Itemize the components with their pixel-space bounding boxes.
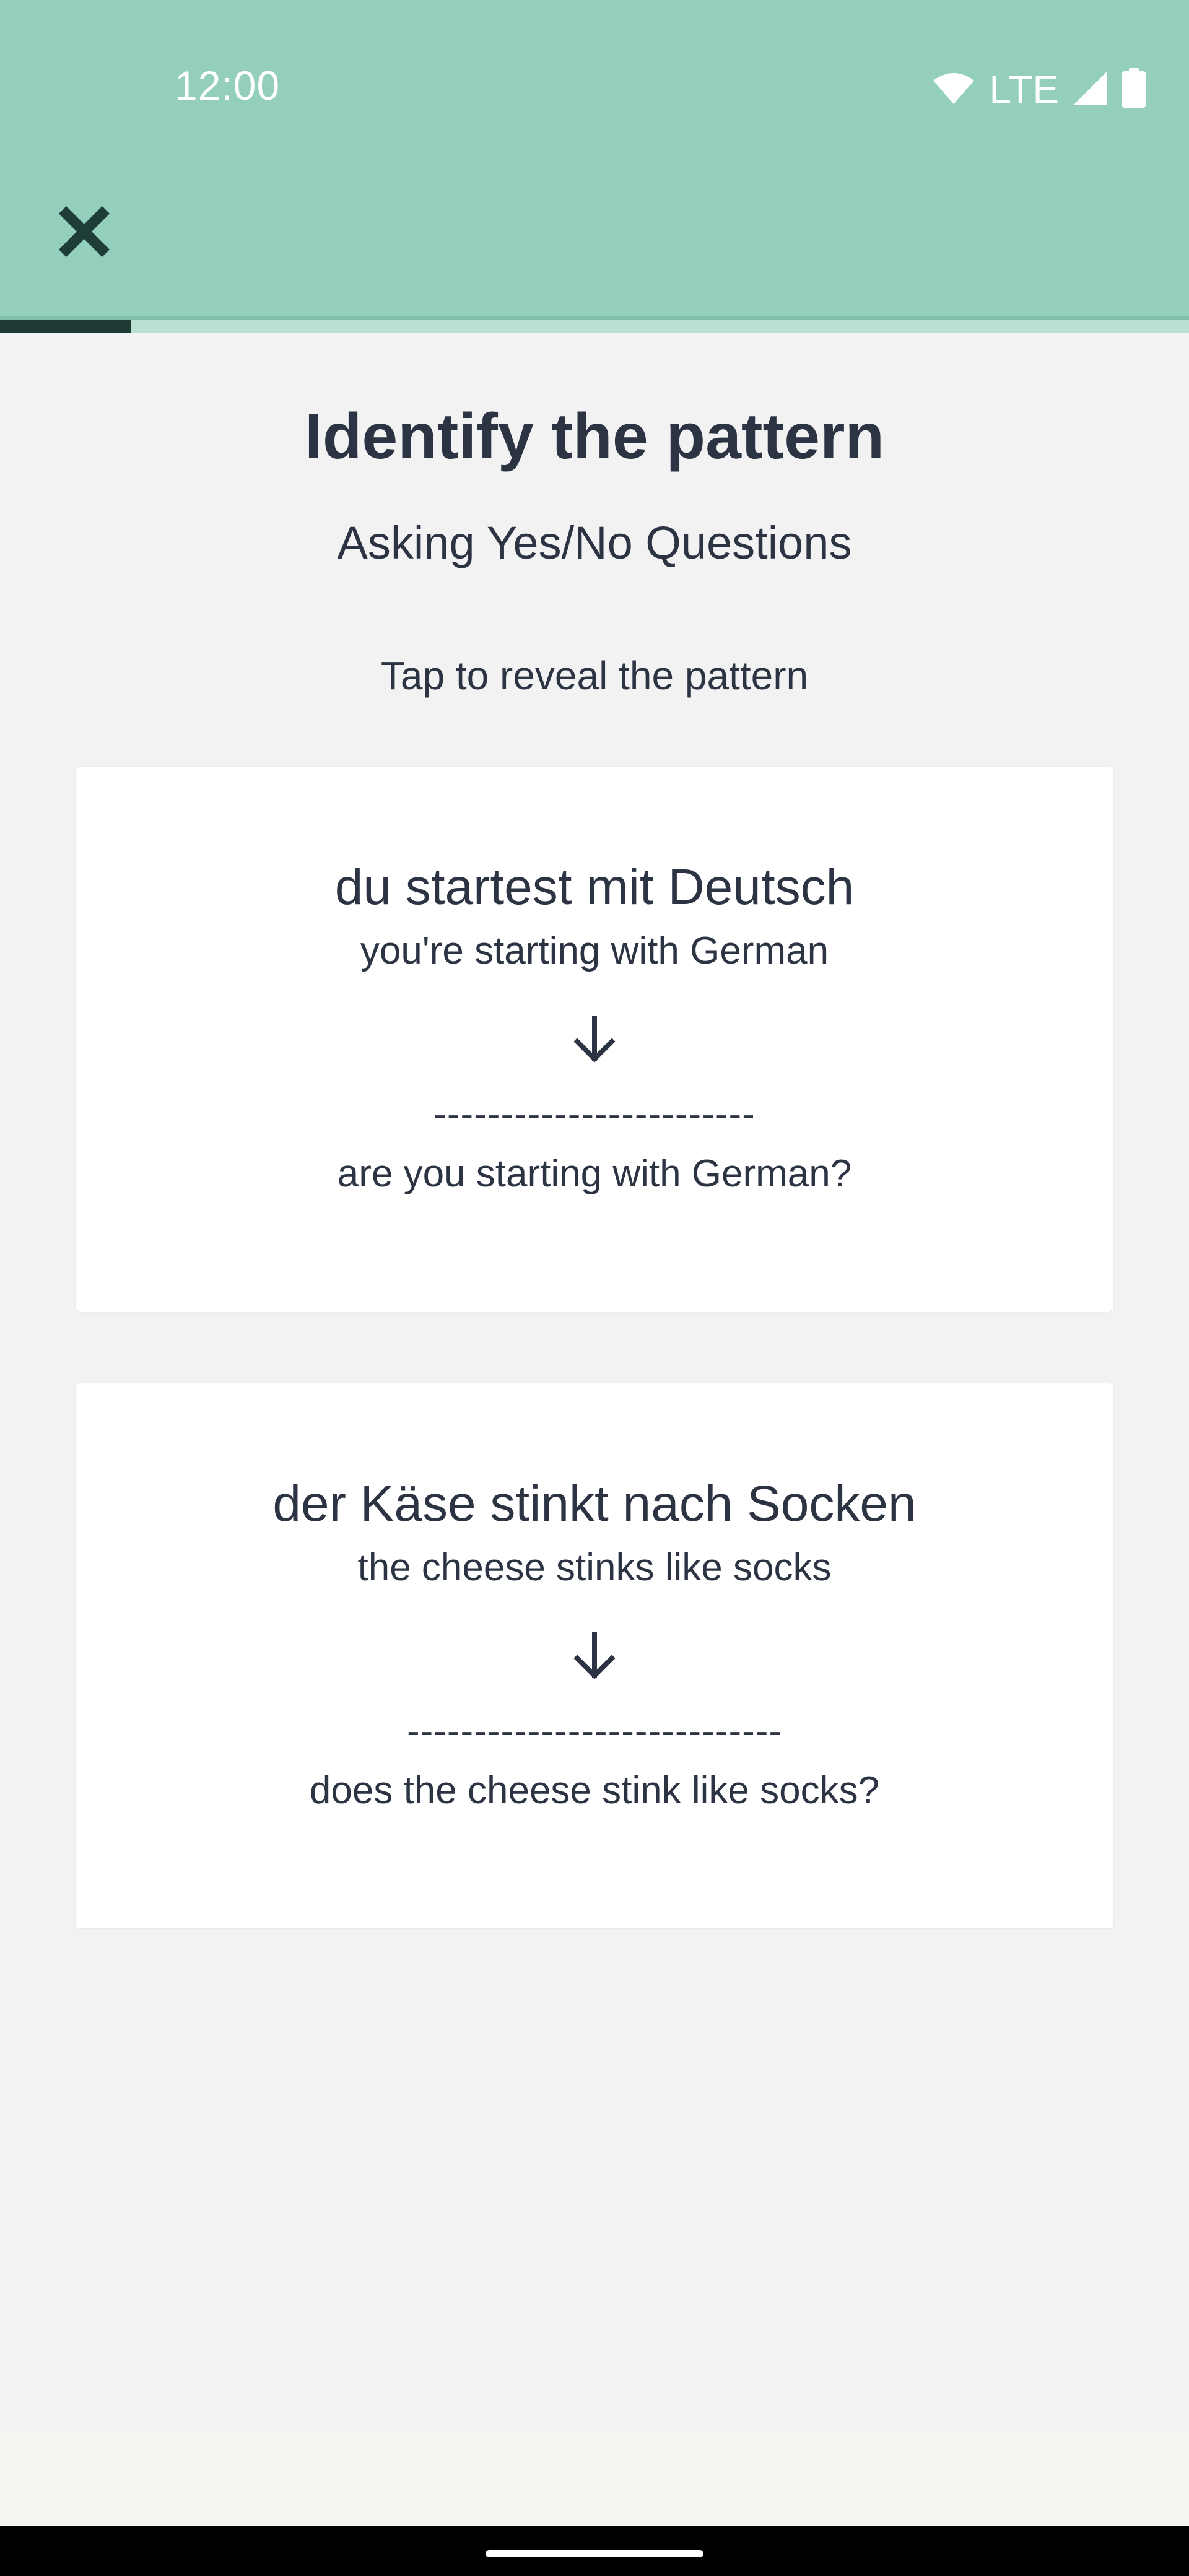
german-sentence: der Käse stinkt nach Socken bbox=[272, 1476, 917, 1532]
status-icons: LTE bbox=[932, 64, 1146, 114]
lesson-subtitle: Asking Yes/No Questions bbox=[337, 517, 852, 568]
german-sentence: du startest mit Deutsch bbox=[334, 859, 855, 915]
english-translation: you're starting with German bbox=[360, 929, 829, 972]
question-translation: does the cheese stink like socks? bbox=[309, 1769, 880, 1812]
home-gesture-handle[interactable] bbox=[486, 2550, 703, 2557]
network-type-label: LTE bbox=[989, 67, 1059, 111]
top-app-bar: 12:00 LTE bbox=[0, 0, 1189, 320]
status-time: 12:00 bbox=[175, 63, 281, 108]
pattern-card[interactable]: du startest mit Deutsch you're starting … bbox=[76, 767, 1113, 1312]
bottom-area bbox=[0, 2432, 1189, 2526]
reveal-hint: Tap to reveal the pattern bbox=[380, 653, 809, 698]
pattern-card[interactable]: der Käse stinkt nach Socken the cheese s… bbox=[76, 1383, 1113, 1928]
wifi-icon bbox=[932, 71, 975, 108]
arrow-down-icon bbox=[570, 1014, 619, 1064]
lesson-progress-fill bbox=[0, 320, 131, 333]
close-icon bbox=[56, 204, 112, 263]
battery-icon bbox=[1122, 67, 1146, 111]
cell-signal-icon bbox=[1073, 70, 1108, 109]
question-translation: are you starting with German? bbox=[337, 1152, 852, 1195]
lesson-progress-bar bbox=[0, 320, 1189, 333]
arrow-down-icon bbox=[570, 1631, 619, 1681]
hidden-pattern-blank: ---------------------------- bbox=[406, 1710, 783, 1752]
close-button[interactable] bbox=[53, 202, 115, 264]
hidden-pattern-blank: ------------------------ bbox=[433, 1093, 756, 1136]
page-title: Identify the pattern bbox=[304, 401, 885, 472]
english-translation: the cheese stinks like socks bbox=[357, 1546, 832, 1589]
